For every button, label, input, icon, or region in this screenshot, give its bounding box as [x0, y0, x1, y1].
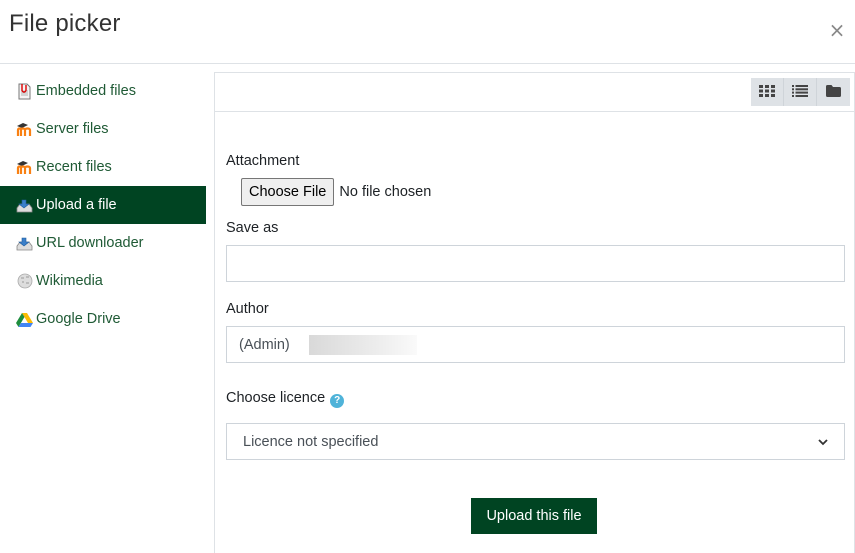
- sidebar-item-label: Server files: [36, 121, 109, 137]
- sidebar-item-label: Embedded files: [36, 83, 136, 99]
- dialog-header: File picker ×: [0, 0, 855, 64]
- upload-icon: [16, 235, 33, 252]
- file-input: Choose File No file chosen: [241, 178, 845, 206]
- save-as-label: Save as: [226, 220, 279, 236]
- sidebar-item-label: URL downloader: [36, 235, 144, 251]
- sidebar-item-label: Recent files: [36, 159, 112, 175]
- help-icon[interactable]: ?: [330, 394, 345, 408]
- attachment-label: Attachment: [226, 153, 300, 169]
- sidebar-item-upload-a-file[interactable]: Upload a file: [0, 186, 206, 224]
- embedded-files-icon: [16, 83, 33, 100]
- repository-sidebar: Embedded files Server files Recent files…: [0, 72, 206, 338]
- upload-form: Attachment Choose File No file chosen Sa…: [226, 153, 845, 460]
- chevron-down-icon: [818, 434, 828, 450]
- view-switcher: [751, 78, 850, 106]
- list-view-button[interactable]: [784, 78, 817, 106]
- grid-view-icon: [759, 84, 775, 100]
- view-toolbar: [215, 73, 854, 112]
- sidebar-item-url-downloader[interactable]: URL downloader: [0, 224, 206, 262]
- licence-select[interactable]: Licence not specified: [226, 423, 845, 460]
- sidebar-item-label: Upload a file: [36, 197, 117, 213]
- grid-view-button[interactable]: [751, 78, 784, 106]
- upload-this-file-button[interactable]: Upload this file: [471, 498, 597, 534]
- wikipedia-icon: [16, 273, 33, 290]
- no-file-status: No file chosen: [339, 184, 432, 200]
- folder-view-icon: [826, 84, 841, 100]
- sidebar-item-label: Google Drive: [36, 311, 121, 327]
- choose-file-button[interactable]: Choose File: [241, 178, 335, 206]
- sidebar-item-recent-files[interactable]: Recent files: [0, 148, 206, 186]
- author-label: Author: [226, 301, 269, 317]
- sidebar-item-google-drive[interactable]: Google Drive: [0, 300, 206, 338]
- licence-label: Choose licence: [226, 390, 326, 406]
- licence-selected-value: Licence not specified: [243, 433, 379, 450]
- moodle-icon: [16, 121, 33, 138]
- sidebar-item-label: Wikimedia: [36, 273, 103, 289]
- moodle-icon: [16, 159, 33, 176]
- upload-icon: [16, 197, 33, 214]
- sidebar-item-wikimedia[interactable]: Wikimedia: [0, 262, 206, 300]
- dialog-title: File picker: [9, 10, 121, 37]
- upload-panel: Attachment Choose File No file chosen Sa…: [214, 72, 855, 553]
- redacted-author-name: [309, 335, 417, 355]
- sidebar-item-embedded-files[interactable]: Embedded files: [0, 72, 206, 110]
- sidebar-item-server-files[interactable]: Server files: [0, 110, 206, 148]
- save-as-input[interactable]: [226, 245, 845, 282]
- close-icon: ×: [828, 18, 846, 42]
- list-view-icon: [792, 84, 808, 100]
- folder-view-button[interactable]: [817, 78, 850, 106]
- google-drive-icon: [16, 311, 33, 328]
- licence-label-row: Choose licence?: [226, 390, 845, 408]
- close-button[interactable]: ×: [827, 18, 847, 42]
